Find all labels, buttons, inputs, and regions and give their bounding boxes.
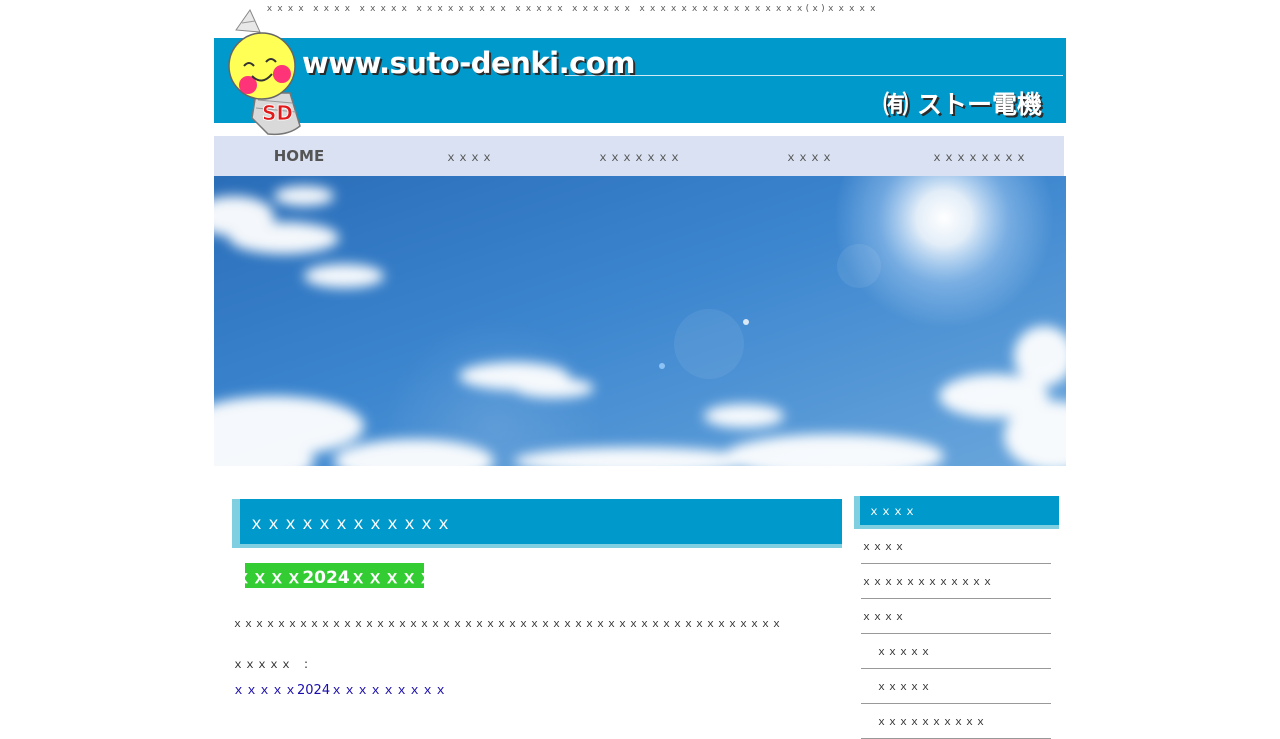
page-wrapper: ｘｘｘｘ ｘｘｘｘ ｘｘｘｘｘ ｘｘｘｘｘｘｘｘｘ ｘｘｘｘｘ ｘｘｘｘｘｘ ｘ… <box>214 0 1066 739</box>
sidebar-subitem[interactable]: ｘｘｘｘｘ <box>861 669 1051 704</box>
nav-item-2[interactable]: ｘｘｘｘ <box>384 136 554 176</box>
main-nav: HOME ｘｘｘｘ ｘｘｘｘｘｘｘ ｘｘｘｘ ｘｘｘｘｘｘｘｘ <box>214 136 1064 176</box>
banner-divider <box>565 75 1063 76</box>
sidebar-subitem[interactable]: ｘｘｘｘｘｘｘｘｘｘ <box>861 704 1051 739</box>
main-content: ｘｘｘｘｘｘｘｘｘｘｘｘ ｘｘｘｘｘ2024ｘｘｘｘｘｘ ｘｘｘｘｘｘｘｘｘｘｘ… <box>217 499 842 698</box>
sidebar: ｘｘｘｘ ｘｘｘｘ ｘｘｘｘｘｘｘｘｘｘｘｘ ｘｘｘｘ ｘｘｘｘｘ ｘｘｘｘｘ … <box>854 496 1059 739</box>
sidebar-item[interactable]: ｘｘｘｘ <box>861 599 1051 634</box>
lightbulb-mascot-logo[interactable]: SD <box>228 8 328 138</box>
highlight-badge: ｘｘｘｘｘ2024ｘｘｘｘｘｘ <box>217 563 452 588</box>
company-name: ㈲ ストー電機 <box>883 90 1042 119</box>
nav-item-home[interactable]: HOME <box>214 136 384 176</box>
sidebar-title: ｘｘｘｘ <box>854 496 1059 529</box>
header-tagline: ｘｘｘｘ ｘｘｘｘ ｘｘｘｘｘ ｘｘｘｘｘｘｘｘｘ ｘｘｘｘｘ ｘｘｘｘｘｘ ｘ… <box>265 4 879 14</box>
sidebar-item[interactable]: ｘｘｘｘ <box>861 529 1051 564</box>
mascot-mark: SD <box>262 101 293 125</box>
header-banner: www.suto-denki.com ㈲ ストー電機 <box>214 38 1066 123</box>
sky-hero-image <box>214 176 1066 466</box>
document-link[interactable]: ｘｘｘｘｘ2024ｘｘｘｘｘｘｘｘｘ <box>232 679 447 698</box>
nav-item-4[interactable]: ｘｘｘｘ <box>724 136 894 176</box>
site-url[interactable]: www.suto-denki.com <box>302 46 635 80</box>
sidebar-item[interactable]: ｘｘｘｘｘｘｘｘｘｘｘｘ <box>861 564 1051 599</box>
sidebar-menu: ｘｘｘｘ ｘｘｘｘｘｘｘｘｘｘｘｘ ｘｘｘｘ ｘｘｘｘｘ ｘｘｘｘｘ ｘｘｘｘｘ… <box>854 529 1059 739</box>
nav-item-3[interactable]: ｘｘｘｘｘｘｘ <box>554 136 724 176</box>
field-label: ｘｘｘｘｘ : <box>232 657 309 671</box>
sidebar-subitem[interactable]: ｘｘｘｘｘ <box>861 634 1051 669</box>
section-title: ｘｘｘｘｘｘｘｘｘｘｘｘ <box>232 499 842 548</box>
nav-item-5[interactable]: ｘｘｘｘｘｘｘｘ <box>894 136 1064 176</box>
intro-text: ｘｘｘｘｘｘｘｘｘｘｘｘｘｘｘｘｘｘｘｘｘｘｘｘｘｘｘｘｘｘｘｘｘｘｘｘｘｘｘｘ… <box>232 617 782 630</box>
